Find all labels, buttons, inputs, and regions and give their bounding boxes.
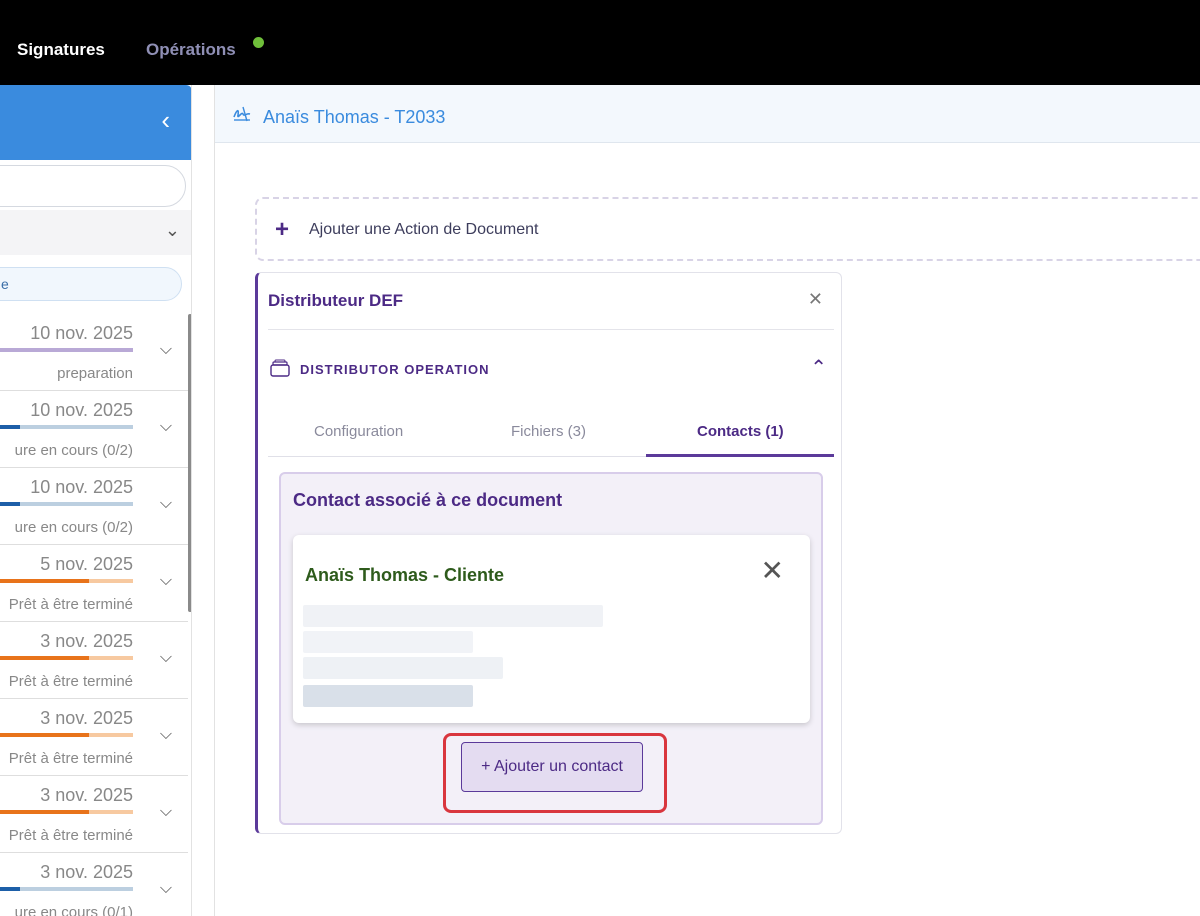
list-item-date: 5 nov. 2025 bbox=[40, 554, 133, 574]
list-item[interactable]: 3 nov. 2025 Prêt à être terminé ⌵ bbox=[0, 699, 188, 776]
list-item-date: 10 nov. 2025 bbox=[30, 477, 133, 497]
chevron-down-icon[interactable]: ⌵ bbox=[160, 418, 172, 436]
list-item-status: ure en cours (0/2) bbox=[14, 442, 133, 459]
distributor-card: Distributeur DEF ✕ DISTRIBUTOR OPERATION… bbox=[255, 272, 842, 834]
add-contact-button[interactable]: + Ajouter un contact bbox=[461, 742, 643, 792]
status-dot-icon bbox=[253, 37, 264, 48]
top-nav-bar: Signatures Opérations bbox=[0, 0, 1200, 85]
list-item[interactable]: 3 nov. 2025 Prêt à être terminé ⌵ bbox=[0, 776, 188, 853]
sidebar-header: ‹ bbox=[0, 85, 191, 160]
list-item[interactable]: 3 nov. 2025 Prêt à être terminé ⌵ bbox=[0, 622, 188, 699]
progress-bar bbox=[0, 810, 133, 814]
sidebar-list: 10 nov. 2025 preparation ⌵ 10 nov. 2025 ure … bbox=[0, 314, 188, 916]
list-item-status: Prêt à être terminé bbox=[8, 750, 133, 767]
list-item-status: Prêt à être terminé bbox=[8, 596, 133, 613]
list-item-status: Prêt à être terminé bbox=[8, 827, 133, 844]
chevron-down-icon[interactable]: ⌵ bbox=[160, 803, 172, 821]
sidebar-search-input[interactable] bbox=[0, 165, 186, 207]
list-item-date: 10 nov. 2025 bbox=[30, 400, 133, 420]
active-tab-indicator bbox=[646, 454, 834, 457]
chevron-down-icon[interactable]: ⌵ bbox=[160, 572, 172, 590]
list-item-date: 3 nov. 2025 bbox=[40, 708, 133, 728]
list-item-status: Prêt à être terminé bbox=[8, 673, 133, 690]
redacted-contact-details bbox=[303, 605, 603, 627]
contacts-section: Contact associé à ce document Anaïs Thom… bbox=[279, 472, 823, 825]
list-item[interactable]: 3 nov. 2025 ure en cours (0/1) ⌵ bbox=[0, 853, 188, 916]
divider bbox=[268, 329, 834, 330]
contact-name: Anaïs Thomas - Cliente bbox=[305, 565, 505, 585]
chevron-down-icon: ⌄ bbox=[164, 220, 180, 240]
close-icon[interactable]: ✕ bbox=[761, 557, 784, 585]
archive-icon bbox=[270, 359, 290, 377]
section-label: DISTRIBUTOR OPERATION bbox=[300, 362, 490, 377]
progress-bar bbox=[0, 579, 133, 583]
nav-signatures[interactable]: Signatures bbox=[17, 40, 105, 60]
redacted-contact-details bbox=[303, 657, 503, 679]
progress-bar bbox=[0, 502, 133, 506]
progress-bar-fill bbox=[0, 579, 90, 583]
add-document-action-button[interactable]: + Ajouter une Action de Document bbox=[255, 197, 1200, 261]
chevron-down-icon[interactable]: ⌵ bbox=[160, 726, 172, 744]
list-item-date: 10 nov. 2025 bbox=[30, 323, 133, 343]
progress-bar bbox=[0, 425, 133, 429]
close-icon[interactable]: ✕ bbox=[808, 289, 823, 310]
tab-configuration[interactable]: Configuration bbox=[314, 423, 403, 440]
list-item-status: preparation bbox=[57, 365, 133, 382]
list-item-status: ure en cours (0/1) bbox=[14, 904, 133, 916]
chevron-down-icon[interactable]: ⌵ bbox=[160, 880, 172, 898]
list-item-date: 3 nov. 2025 bbox=[40, 785, 133, 805]
signature-icon bbox=[233, 106, 251, 122]
redacted-contact-details bbox=[303, 631, 473, 653]
progress-bar bbox=[0, 656, 133, 660]
chevron-down-icon[interactable]: ⌵ bbox=[160, 649, 172, 667]
sidebar-filter-chip[interactable]: e bbox=[0, 267, 182, 301]
list-item[interactable]: 10 nov. 2025 ure en cours (0/2) ⌵ bbox=[0, 391, 188, 468]
progress-bar bbox=[0, 348, 133, 352]
redacted-contact-details bbox=[303, 685, 473, 707]
progress-bar bbox=[0, 887, 133, 891]
contacts-section-title: Contact associé à ce document bbox=[293, 490, 563, 510]
list-item[interactable]: 10 nov. 2025 ure en cours (0/2) ⌵ bbox=[0, 468, 188, 545]
progress-bar-fill bbox=[0, 656, 90, 660]
progress-bar bbox=[0, 733, 133, 737]
contact-card: Anaïs Thomas - Cliente ✕ bbox=[293, 535, 810, 723]
tab-files[interactable]: Fichiers (3) bbox=[511, 423, 586, 440]
add-document-action-label: Ajouter une Action de Document bbox=[309, 221, 539, 238]
progress-bar-fill bbox=[0, 733, 90, 737]
nav-operations[interactable]: Opérations bbox=[146, 40, 236, 60]
chevron-down-icon[interactable]: ⌵ bbox=[160, 495, 172, 513]
list-item[interactable]: 5 nov. 2025 Prêt à être terminé ⌵ bbox=[0, 545, 188, 622]
progress-bar-fill bbox=[0, 425, 20, 429]
list-item-status: ure en cours (0/2) bbox=[14, 519, 133, 536]
chevron-left-icon[interactable]: ‹ bbox=[161, 107, 170, 133]
card-title: Distributeur DEF bbox=[268, 291, 404, 310]
main-panel: Anaïs Thomas - T2033 + Ajouter une Actio… bbox=[214, 85, 1200, 916]
list-item-date: 3 nov. 2025 bbox=[40, 862, 133, 882]
list-item-date: 3 nov. 2025 bbox=[40, 631, 133, 651]
sidebar-select[interactable]: ⌄ bbox=[0, 210, 191, 255]
progress-bar-fill bbox=[0, 502, 20, 506]
progress-bar-fill bbox=[0, 810, 90, 814]
chevron-down-icon[interactable]: ⌵ bbox=[160, 341, 172, 359]
progress-bar-fill bbox=[0, 887, 20, 891]
sidebar-scrollbar[interactable] bbox=[188, 314, 191, 612]
list-item[interactable]: 10 nov. 2025 preparation ⌵ bbox=[0, 314, 188, 391]
main-header: Anaïs Thomas - T2033 bbox=[215, 85, 1200, 143]
plus-icon: + bbox=[275, 216, 290, 243]
tab-contacts[interactable]: Contacts (1) bbox=[697, 423, 784, 440]
page-title: Anaïs Thomas - T2033 bbox=[263, 107, 446, 127]
chevron-up-icon[interactable]: ⌃ bbox=[810, 355, 827, 380]
card-tabs: Configuration Fichiers (3) Contacts (1) bbox=[268, 411, 834, 457]
left-sidebar: ‹ ⌄ e 10 nov. 2025 preparation ⌵ 10 nov. 20… bbox=[0, 85, 192, 916]
